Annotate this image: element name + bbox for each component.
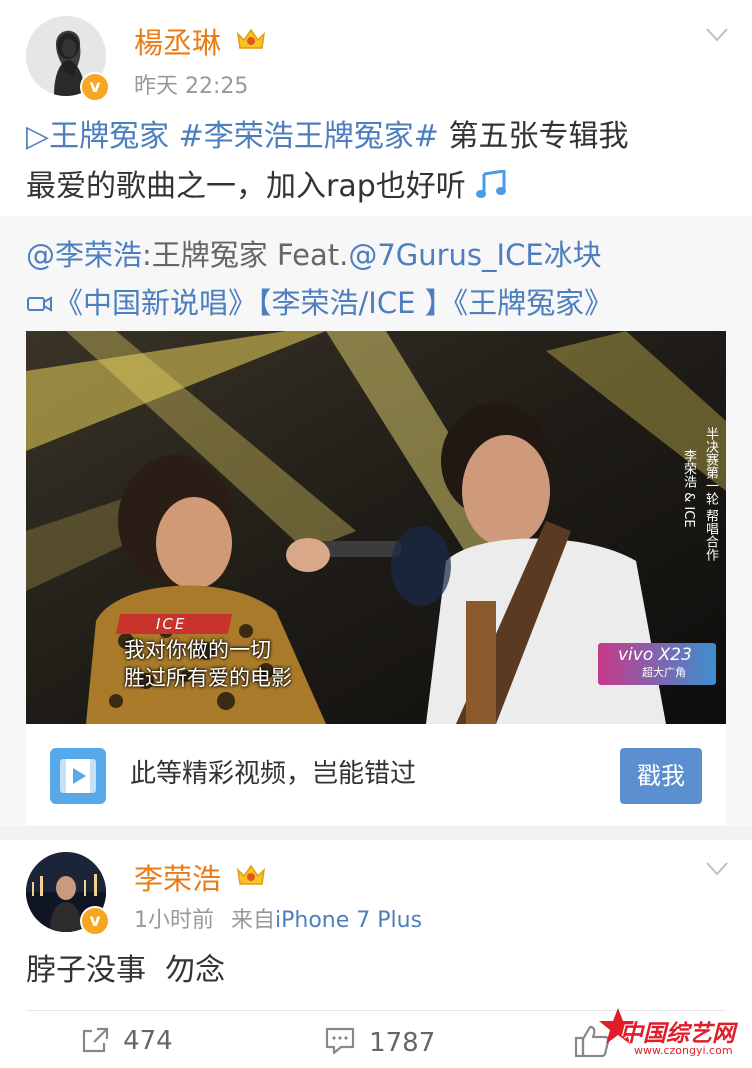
sponsor-badge: vivo X23 超大广角	[598, 643, 716, 685]
source-prefix: 来自	[231, 908, 276, 933]
video-title-link[interactable]: 《中国新说唱》【李荣浩/ICE 】《王牌冤家》	[54, 286, 613, 320]
subtitle-line-1: 我对你做的一切	[124, 638, 271, 662]
repost-count: 474	[123, 1026, 173, 1056]
post-text: ▷王牌冤家 #李荣浩王牌冤家# 第五张专辑我 最爱的歌曲之一，加入rap也好听	[26, 112, 726, 212]
video-side-label: 半决赛第一轮 帮唱合作	[703, 427, 718, 562]
user-name[interactable]: 李荣浩	[134, 856, 221, 898]
watermark-title: 中国综艺网	[620, 1021, 735, 1047]
mention-link-ice[interactable]: @7Gurus_ICE冰块	[348, 238, 601, 272]
video-camera-icon	[27, 296, 52, 312]
sponsor-name: vivo X23	[618, 645, 692, 665]
hashtag-link[interactable]: #李荣浩王牌冤家#	[179, 119, 439, 154]
video-subtitle: 我对你做的一切 胜过所有爱的电影	[124, 636, 292, 692]
video-link[interactable]: ▷王牌冤家	[26, 119, 169, 154]
video-card-icon-box	[50, 748, 106, 804]
user-name[interactable]: 楊丞琳	[134, 20, 221, 62]
video-card[interactable]: 此等精彩视频，岂能错过 戳我	[26, 724, 726, 826]
caption-tag-text: ICE	[156, 615, 187, 633]
comment-action[interactable]: 1787	[324, 1026, 435, 1062]
video-thumbnail[interactable]: 半决赛第一轮 帮唱合作 李荣浩 & ICE ICE 我对你做的一切 胜过所有爱的…	[26, 331, 726, 724]
watermark: 中国综艺网 www.czongyi.com	[598, 1000, 752, 1068]
post-text-line1: 第五张专辑我	[438, 119, 629, 154]
comment-count: 1787	[369, 1028, 436, 1058]
post-time: 1小时前	[134, 908, 214, 933]
chevron-down-icon[interactable]	[706, 862, 728, 876]
watch-button[interactable]: 戳我	[620, 748, 702, 804]
crown-icon	[236, 864, 266, 885]
post-1: v 楊丞琳 昨天 22:25 ▷王牌冤家 #李荣浩王牌冤家# 第五张专辑我 最爱…	[0, 0, 752, 826]
repost-text: :王牌冤家 Feat.	[142, 238, 349, 272]
comment-icon	[325, 1027, 355, 1055]
chevron-down-icon[interactable]	[706, 28, 728, 42]
repost-action[interactable]: 474	[80, 1026, 173, 1062]
sponsor-sub: 超大广角	[642, 666, 686, 679]
repost-line2: 《中国新说唱》【李荣浩/ICE 】《王牌冤家》	[26, 278, 613, 328]
repost-line1: @李荣浩:王牌冤家 Feat.@7Gurus_ICE冰块	[26, 230, 602, 280]
repost-block: @李荣浩:王牌冤家 Feat.@7Gurus_ICE冰块 《中国新说唱》【李荣浩…	[0, 216, 752, 826]
mention-link[interactable]: @李荣浩	[26, 238, 142, 272]
post-text: 脖子没事 勿念	[26, 953, 226, 988]
repost-icon	[82, 1027, 109, 1053]
video-caption-tag: ICE	[115, 614, 233, 634]
source-link[interactable]: iPhone 7 Plus	[275, 908, 422, 933]
post-meta: 1小时前 来自iPhone 7 Plus	[134, 902, 422, 934]
verified-badge-icon: v	[80, 906, 110, 936]
video-side-names: 李荣浩 & ICE	[681, 449, 696, 528]
watermark-url: www.czongyi.com	[634, 1044, 733, 1057]
post-separator	[0, 826, 752, 840]
verified-badge-icon: v	[80, 72, 110, 102]
subtitle-line-2: 胜过所有爱的电影	[124, 666, 292, 690]
music-note-icon	[476, 169, 507, 198]
post-time: 昨天 22:25	[134, 74, 249, 99]
film-play-icon	[60, 759, 96, 793]
post-text-line2: 最爱的歌曲之一，加入rap也好听	[26, 169, 466, 204]
crown-icon	[236, 28, 266, 49]
video-card-text: 此等精彩视频，岂能错过	[130, 759, 417, 789]
